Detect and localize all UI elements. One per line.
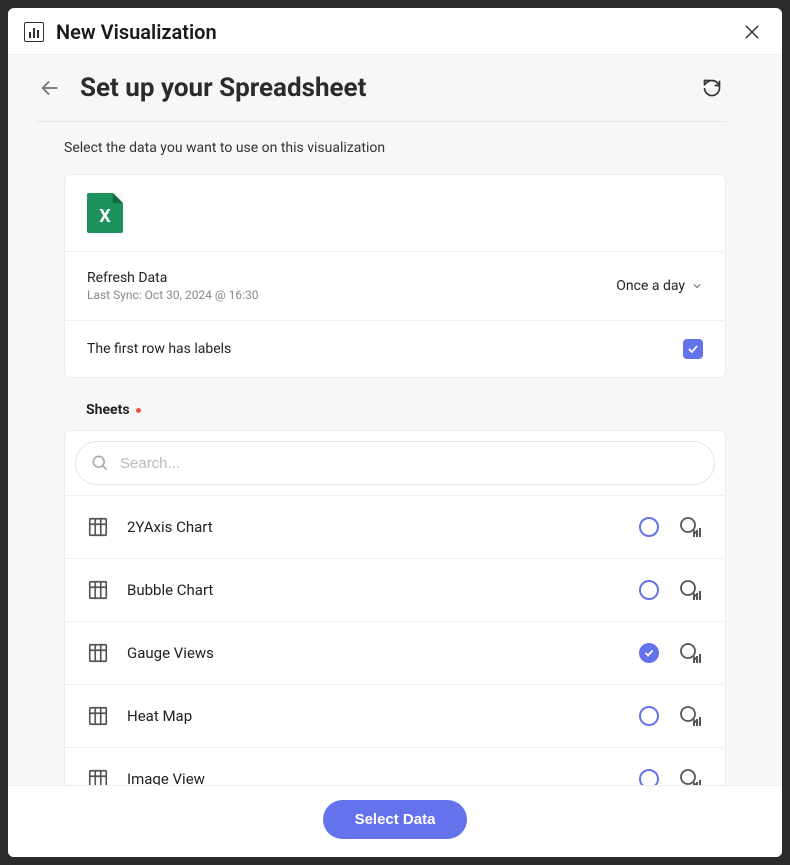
data-source-file-section: X — [65, 175, 725, 252]
sheet-row[interactable]: 2YAxis Chart — [65, 495, 725, 558]
sheet-select-radio[interactable] — [639, 769, 659, 785]
last-sync-text: Last Sync: Oct 30, 2024 @ 16:30 — [87, 288, 259, 302]
data-source-card: X Refresh Data Last Sync: Oct 30, 2024 @… — [64, 174, 726, 378]
sheet-select-radio[interactable] — [639, 517, 659, 537]
refresh-button[interactable] — [698, 74, 726, 102]
sheet-select-radio[interactable] — [639, 706, 659, 726]
visualize-icon — [678, 641, 702, 665]
search-icon — [90, 453, 110, 473]
refresh-data-info: Refresh Data Last Sync: Oct 30, 2024 @ 1… — [87, 270, 259, 302]
sheet-select-radio[interactable] — [639, 580, 659, 600]
visualize-sheet-button[interactable] — [677, 766, 703, 785]
sheet-row[interactable]: Gauge Views — [65, 621, 725, 684]
close-icon — [743, 23, 761, 41]
modal-footer: Select Data — [8, 785, 782, 857]
sheets-card: 2YAxis Chart Bubble Chart Gauge Views — [64, 430, 726, 785]
sheets-search-wrap — [65, 431, 725, 495]
visualize-sheet-button[interactable] — [677, 514, 703, 540]
refresh-icon — [702, 78, 722, 98]
sheet-name: Heat Map — [127, 707, 621, 725]
modal-body: Set up your Spreadsheet Select the data … — [8, 55, 782, 785]
refresh-frequency-value: Once a day — [616, 278, 685, 294]
sheet-select-radio[interactable] — [639, 643, 659, 663]
refresh-data-section: Refresh Data Last Sync: Oct 30, 2024 @ 1… — [65, 252, 725, 321]
visualize-icon — [678, 704, 702, 728]
refresh-frequency-select[interactable]: Once a day — [616, 278, 703, 294]
bar-chart-icon — [24, 22, 44, 42]
sheet-grid-icon — [87, 768, 109, 785]
required-indicator-icon — [136, 408, 141, 413]
first-row-labels-checkbox[interactable] — [683, 339, 703, 359]
close-button[interactable] — [738, 18, 766, 46]
check-icon — [643, 647, 655, 659]
page-header: Set up your Spreadsheet — [36, 73, 726, 122]
sheet-grid-icon — [87, 705, 109, 727]
select-data-button[interactable]: Select Data — [323, 800, 468, 839]
sheets-section-text: Sheets — [86, 402, 130, 418]
sheets-section-label: Sheets — [86, 402, 726, 418]
chevron-down-icon — [691, 280, 703, 292]
instructions-text: Select the data you want to use on this … — [64, 140, 726, 156]
page-heading: Set up your Spreadsheet — [80, 73, 682, 103]
sheet-name: Gauge Views — [127, 644, 621, 662]
visualize-sheet-button[interactable] — [677, 703, 703, 729]
sheet-name: Image View — [127, 770, 621, 785]
sheet-row[interactable]: Bubble Chart — [65, 558, 725, 621]
sheet-row[interactable]: Heat Map — [65, 684, 725, 747]
excel-file-icon: X — [87, 193, 123, 233]
first-row-labels-section: The first row has labels — [65, 321, 725, 377]
sheet-grid-icon — [87, 642, 109, 664]
modal-titlebar: New Visualization — [8, 8, 782, 55]
sheets-search-input[interactable] — [120, 455, 700, 472]
sheet-name: Bubble Chart — [127, 581, 621, 599]
visualize-icon — [678, 578, 702, 602]
sheet-name: 2YAxis Chart — [127, 518, 621, 536]
back-button[interactable] — [36, 74, 64, 102]
refresh-data-label: Refresh Data — [87, 270, 259, 286]
sheets-search-box — [75, 441, 715, 485]
arrow-left-icon — [39, 77, 61, 99]
sheet-row[interactable]: Image View — [65, 747, 725, 785]
visualize-icon — [678, 767, 702, 785]
visualize-icon — [678, 515, 702, 539]
sheet-grid-icon — [87, 516, 109, 538]
modal-title: New Visualization — [56, 20, 738, 44]
visualize-sheet-button[interactable] — [677, 640, 703, 666]
modal-new-visualization: New Visualization Set up your Spreadshee… — [8, 8, 782, 857]
check-icon — [686, 342, 700, 356]
visualize-sheet-button[interactable] — [677, 577, 703, 603]
sheet-grid-icon — [87, 579, 109, 601]
first-row-labels-text: The first row has labels — [87, 341, 231, 357]
